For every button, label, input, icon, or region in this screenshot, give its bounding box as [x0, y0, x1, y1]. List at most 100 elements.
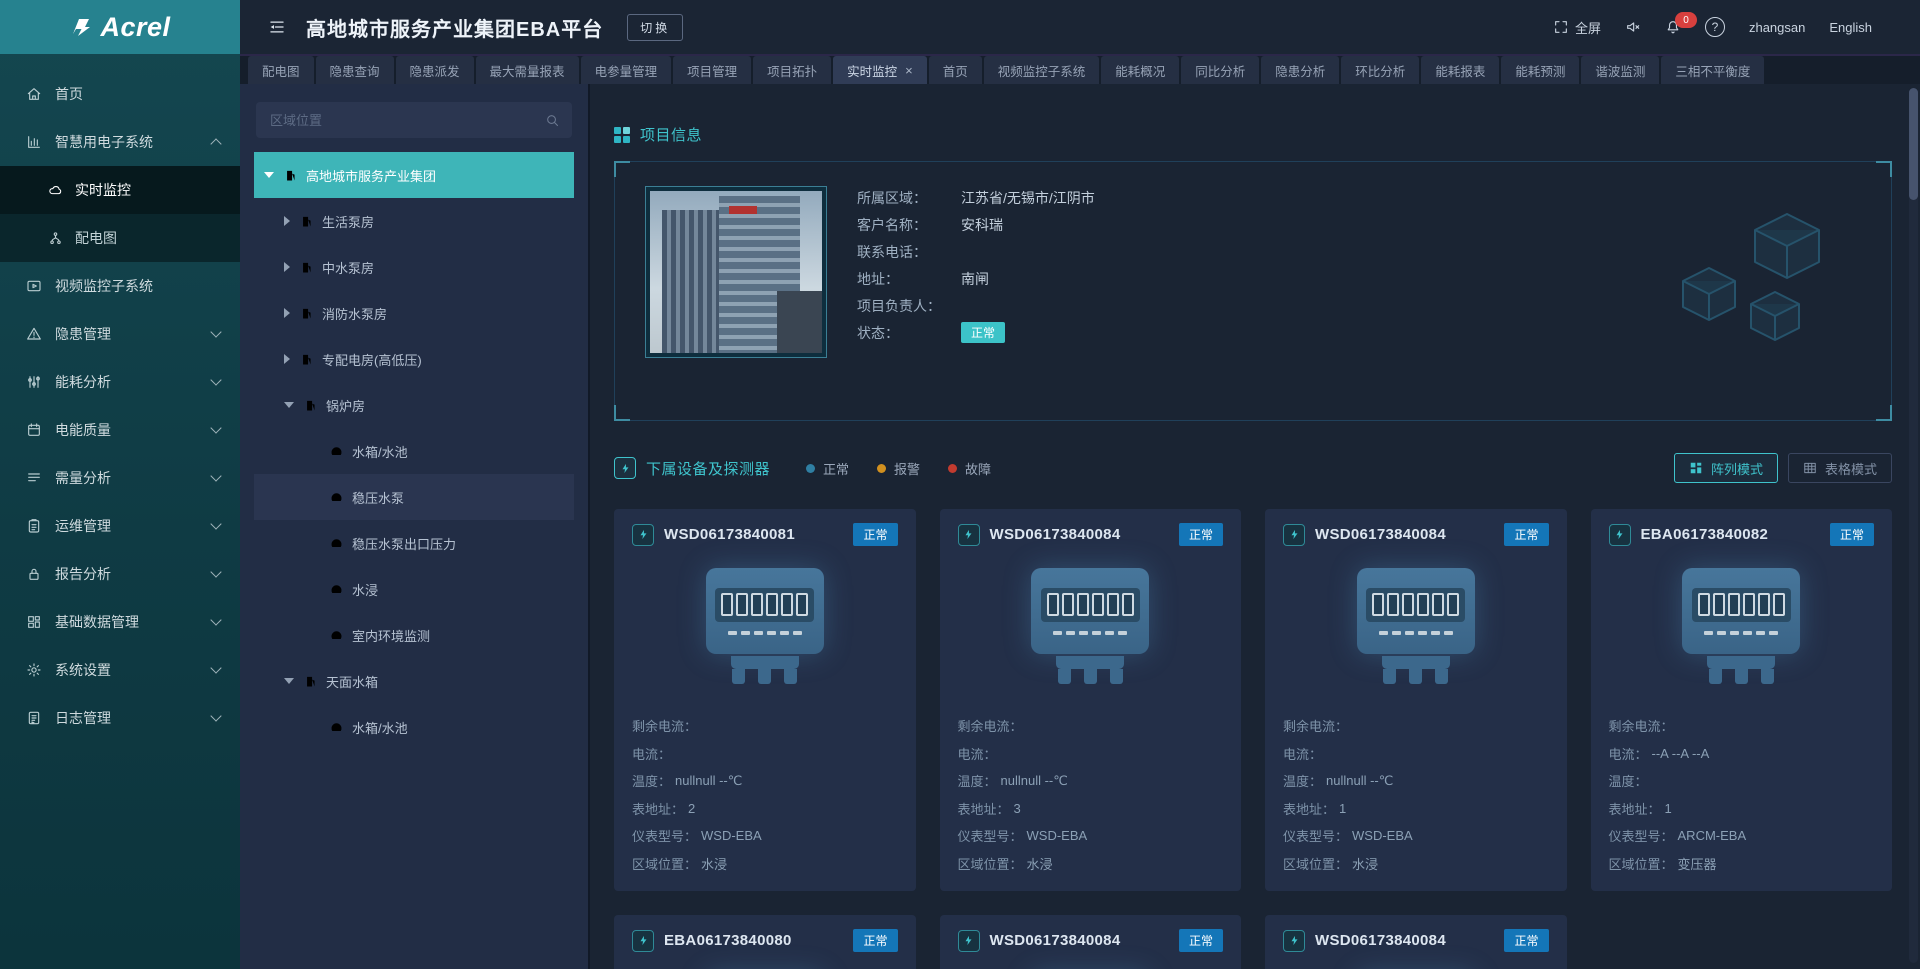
field-value: 1	[1665, 801, 1672, 816]
sidebar-item[interactable]: 电能质量	[0, 406, 240, 454]
close-icon[interactable]	[905, 64, 913, 77]
tree-caret-icon[interactable]	[264, 172, 274, 178]
region-search-input[interactable]	[268, 112, 545, 129]
tab-label: 环比分析	[1355, 61, 1405, 80]
tree-node[interactable]: 水浸	[254, 566, 574, 612]
tree-node[interactable]: 稳压水泵	[254, 474, 574, 520]
tab[interactable]: 最大需量报表	[476, 56, 579, 84]
tab[interactable]: 三相不平衡度	[1661, 56, 1764, 84]
sidebar-item[interactable]: 需量分析	[0, 454, 240, 502]
sidebar-item-label: 基础数据管理	[55, 612, 139, 632]
device-field-row: 表地址： 2	[632, 795, 898, 823]
device-field-row: 温度： nullnull --℃	[1283, 767, 1549, 795]
tree-node[interactable]: 水箱/水池	[254, 428, 574, 474]
tree-node[interactable]: 专配电房(高低压)	[254, 336, 574, 382]
device-card[interactable]: WSD06173840084 正常	[940, 509, 1242, 891]
meter-illustration	[1283, 550, 1549, 702]
sidebar-item[interactable]: 隐患管理	[0, 310, 240, 358]
sidebar-item[interactable]: 系统设置	[0, 646, 240, 694]
tab[interactable]: 谐波监测	[1581, 56, 1659, 84]
tree-node[interactable]: 高地城市服务产业集团	[254, 152, 574, 198]
device-card[interactable]: WSD06173840081 正常	[614, 509, 916, 891]
sidebar-submenu: 实时监控 配电图	[0, 166, 240, 262]
gauge-icon	[329, 444, 344, 459]
sidebar-subitem[interactable]: 实时监控	[0, 166, 240, 214]
tree-caret-icon[interactable]	[284, 308, 290, 318]
content-area: 高地城市服务产业集团 生活泵房 中水泵房 消防水泵房	[240, 84, 1920, 969]
field-label: 区域位置：	[1609, 854, 1674, 873]
tab[interactable]: 隐患查询	[316, 56, 394, 84]
tab[interactable]: 配电图	[248, 56, 314, 84]
tab[interactable]: 项目管理	[673, 56, 751, 84]
username[interactable]: zhangsan	[1749, 20, 1805, 35]
notifications-button[interactable]: 0	[1665, 19, 1681, 35]
mute-button[interactable]	[1625, 19, 1641, 35]
scrollbar-thumb[interactable]	[1909, 88, 1918, 200]
device-card[interactable]: EBA06173840082 正常	[1591, 509, 1893, 891]
language-switcher[interactable]: English	[1829, 20, 1872, 35]
field-label: 表地址：	[632, 799, 684, 818]
tree-caret-icon[interactable]	[284, 678, 294, 684]
tab[interactable]: 同比分析	[1181, 56, 1259, 84]
tree-node[interactable]: 水箱/水池	[254, 704, 574, 750]
sidebar-item[interactable]: 智慧用电子系统	[0, 118, 240, 166]
sidebar-item[interactable]: 报告分析	[0, 550, 240, 598]
tab[interactable]: 实时监控	[833, 56, 927, 84]
field-label: 温度：	[1609, 771, 1648, 790]
project-field-row: 地址： 南闸	[857, 265, 1095, 292]
device-card[interactable]: WSD06173840084 正常	[940, 915, 1242, 969]
meter-illustration	[632, 956, 898, 969]
tree-caret-icon[interactable]	[284, 402, 294, 408]
fullscreen-button[interactable]: 全屏	[1553, 18, 1601, 37]
field-label: 温度：	[1283, 771, 1322, 790]
tab[interactable]: 隐患分析	[1261, 56, 1339, 84]
sidebar-item[interactable]: 能耗分析	[0, 358, 240, 406]
search-icon[interactable]	[545, 113, 560, 128]
tree-node[interactable]: 锅炉房	[254, 382, 574, 428]
tree-node[interactable]: 生活泵房	[254, 198, 574, 244]
device-card[interactable]: EBA06173840080 正常	[614, 915, 916, 969]
tab-label: 电参量管理	[595, 61, 658, 80]
chevron-icon	[210, 614, 221, 625]
sidebar-subitem-label: 实时监控	[75, 180, 131, 200]
tab[interactable]: 项目拓扑	[753, 56, 831, 84]
chart-icon	[26, 134, 42, 150]
device-card[interactable]: WSD06173840084 正常	[1265, 509, 1567, 891]
tree-caret-icon[interactable]	[284, 354, 290, 364]
vertical-scrollbar[interactable]	[1909, 88, 1918, 963]
tab[interactable]: 能耗预测	[1501, 56, 1579, 84]
device-card[interactable]: WSD06173840084 正常	[1265, 915, 1567, 969]
tree-caret-icon[interactable]	[284, 216, 290, 226]
building-icon	[299, 214, 314, 229]
help-icon[interactable]	[1705, 17, 1725, 37]
tab[interactable]: 视频监控子系统	[984, 56, 1100, 84]
grid-mode-button[interactable]: 阵列模式	[1674, 453, 1778, 483]
tab[interactable]: 隐患派发	[396, 56, 474, 84]
tab[interactable]: 首页	[929, 56, 982, 84]
collapse-menu-icon[interactable]	[266, 18, 288, 36]
tree-node[interactable]: 消防水泵房	[254, 290, 574, 336]
tree-node[interactable]: 稳压水泵出口压力	[254, 520, 574, 566]
tree-node[interactable]: 室内环境监测	[254, 612, 574, 658]
sidebar-subitem[interactable]: 配电图	[0, 214, 240, 262]
sidebar-item[interactable]: 首页	[0, 70, 240, 118]
field-value: 水浸	[701, 854, 727, 873]
device-card-header: EBA06173840082 正常	[1609, 523, 1875, 546]
sidebar-item[interactable]: 视频监控子系统	[0, 262, 240, 310]
field-label: 电流：	[1609, 744, 1648, 763]
tree-node[interactable]: 中水泵房	[254, 244, 574, 290]
switch-project-button[interactable]: 切换	[627, 14, 683, 41]
table-mode-button[interactable]: 表格模式	[1788, 453, 1892, 483]
sidebar-item[interactable]: 运维管理	[0, 502, 240, 550]
device-card-header: WSD06173840084 正常	[958, 929, 1224, 952]
sidebar-item[interactable]: 基础数据管理	[0, 598, 240, 646]
device-name: WSD06173840084	[1315, 526, 1446, 543]
tab[interactable]: 能耗概况	[1101, 56, 1179, 84]
tab[interactable]: 能耗报表	[1421, 56, 1499, 84]
tab[interactable]: 电参量管理	[581, 56, 672, 84]
field-label: 电流：	[958, 744, 997, 763]
tree-caret-icon[interactable]	[284, 262, 290, 272]
tree-node[interactable]: 天面水箱	[254, 658, 574, 704]
sidebar-item[interactable]: 日志管理	[0, 694, 240, 742]
tab[interactable]: 环比分析	[1341, 56, 1419, 84]
